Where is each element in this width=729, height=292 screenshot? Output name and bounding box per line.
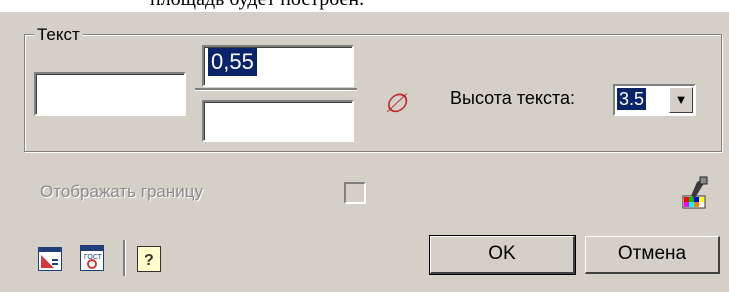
diameter-icon[interactable]: ∅ bbox=[384, 88, 407, 119]
svg-text:?: ? bbox=[144, 252, 154, 269]
show-border-label: Отображать границу bbox=[40, 182, 203, 201]
palette-brush-icon[interactable] bbox=[681, 176, 711, 210]
text-height-select[interactable]: 3.5 ▼ bbox=[613, 84, 696, 116]
cancel-button[interactable]: Отмена bbox=[585, 236, 720, 274]
chevron-down-icon[interactable]: ▼ bbox=[669, 87, 693, 113]
layout-icon[interactable] bbox=[38, 247, 62, 271]
background-text: площадь будет построен. bbox=[150, 0, 364, 11]
groupbox-title: Текст bbox=[34, 25, 83, 45]
lower-text-field[interactable] bbox=[202, 100, 354, 142]
upper-text-selected: 0,55 bbox=[208, 48, 257, 76]
help-icon[interactable]: ? bbox=[137, 246, 161, 272]
toolbar-separator bbox=[123, 240, 126, 276]
show-border-checkbox[interactable] bbox=[344, 182, 366, 204]
upper-text-field[interactable]: 0,55 bbox=[202, 45, 354, 87]
text-height-label: Высота текста: bbox=[450, 88, 575, 108]
prefix-text-field[interactable] bbox=[34, 72, 186, 116]
background-text-strip: площадь будет построен. bbox=[0, 0, 729, 12]
gost-stamp-icon[interactable]: ГОСТ bbox=[80, 245, 104, 271]
ok-button[interactable]: OK bbox=[429, 235, 576, 275]
text-height-value: 3.5 bbox=[617, 88, 647, 110]
fraction-line bbox=[195, 88, 357, 91]
